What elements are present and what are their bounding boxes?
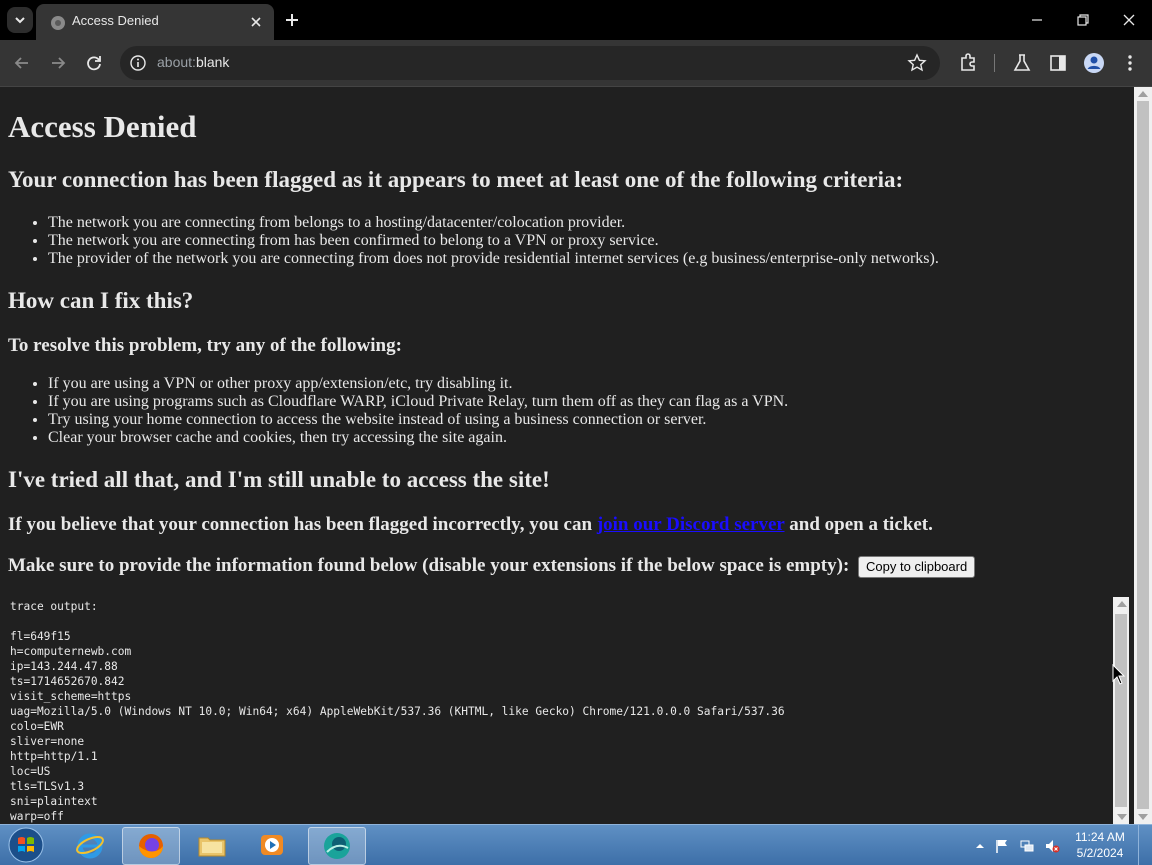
clock-time: 11:24 AM [1075, 830, 1125, 844]
side-panel-icon[interactable] [1047, 52, 1069, 74]
show-desktop-button[interactable] [1138, 825, 1152, 865]
trace-line: warp=off [10, 810, 64, 823]
labs-flask-icon[interactable] [1011, 52, 1033, 74]
trace-line: ts=1714652670.842 [10, 675, 125, 688]
list-item: If you are using programs such as Cloudf… [48, 393, 788, 411]
trace-line: sni=plaintext [10, 795, 98, 808]
clock-date: 5/2/2024 [1076, 846, 1124, 860]
minimize-icon[interactable] [1027, 10, 1047, 30]
scroll-up-arrow[interactable] [1117, 601, 1127, 607]
menu-kebab-icon[interactable] [1119, 52, 1141, 74]
internet-explorer-icon [76, 833, 104, 859]
scroll-thumb[interactable] [1137, 101, 1149, 809]
provide-text: Make sure to provide the information fou… [8, 555, 850, 576]
trace-line: sliver=none [10, 735, 85, 748]
copy-to-clipboard-button[interactable]: Copy to clipboard [858, 555, 976, 578]
globe-icon [51, 16, 65, 30]
system-clock[interactable]: 11:24 AM 5/2/2024 [1072, 829, 1128, 861]
address-bar[interactable]: about:blank [120, 46, 940, 80]
trace-line: fl=649f15 [10, 630, 71, 643]
list-item: Clear your browser cache and cookies, th… [48, 429, 788, 447]
incorrect-flag-text: If you believe that your connection has … [8, 514, 933, 536]
browser-tab[interactable]: Access Denied [36, 4, 274, 40]
tray-expand-icon[interactable] [972, 838, 988, 854]
trace-line: ip=143.244.47.88 [10, 660, 118, 673]
close-tab-icon[interactable] [248, 14, 264, 30]
tab-strip: Access Denied [0, 0, 1152, 40]
scroll-up-arrow[interactable] [1138, 91, 1148, 97]
scroll-thumb[interactable] [1115, 614, 1127, 807]
still-unable-heading: I've tried all that, and I'm still unabl… [8, 467, 550, 492]
url-text[interactable]: about:blank [157, 54, 229, 70]
incorrect-prefix: If you believe that your connection has … [8, 514, 593, 535]
fixes-list: If you are using a VPN or other proxy ap… [8, 375, 788, 447]
trace-line: h=computernewb.com [10, 645, 132, 658]
flagged-heading: Your connection has been flagged as it a… [8, 167, 904, 192]
windows-taskbar: 11:24 AM 5/2/2024 [0, 824, 1152, 865]
back-icon[interactable] [11, 52, 33, 74]
list-item: The network you are connecting from belo… [48, 214, 939, 232]
scroll-down-arrow[interactable] [1138, 814, 1148, 820]
tab-title: Access Denied [72, 13, 159, 28]
trace-line: uag=Mozilla/5.0 (Windows NT 10.0; Win64;… [10, 705, 785, 718]
scroll-down-arrow[interactable] [1117, 814, 1127, 820]
url-path: blank [195, 54, 230, 70]
network-icon[interactable] [1019, 838, 1035, 854]
media-player-icon [261, 835, 283, 855]
trace-output[interactable]: trace output: fl=649f15 h=computernewb.co… [8, 597, 1117, 824]
chevron-down-icon [15, 17, 25, 24]
provide-info-text: Make sure to provide the information fou… [8, 555, 976, 578]
trace-line [10, 614, 1115, 629]
reload-icon[interactable] [83, 52, 105, 74]
trace-line: loc=US [10, 765, 51, 778]
incorrect-suffix: and open a ticket. [789, 514, 933, 535]
firefox-taskbar-item[interactable] [122, 827, 180, 865]
firefox-icon [139, 834, 163, 858]
trace-line: tls=TLSv1.3 [10, 780, 85, 793]
file-explorer-taskbar-item[interactable] [184, 827, 240, 863]
browser-toolbar: about:blank [0, 40, 1152, 87]
profile-avatar-icon[interactable] [1083, 52, 1105, 74]
restore-icon[interactable] [1073, 10, 1093, 30]
list-item: If you are using a VPN or other proxy ap… [48, 375, 788, 393]
site-info-icon[interactable] [129, 54, 147, 72]
folder-icon [198, 837, 226, 857]
tab-search-button[interactable] [7, 7, 33, 33]
list-item: Try using your home connection to access… [48, 411, 788, 429]
new-tab-icon[interactable] [282, 10, 302, 30]
mouse-cursor-icon [1112, 664, 1126, 685]
media-player-taskbar-item[interactable] [244, 827, 300, 863]
windows-logo-icon [8, 827, 44, 863]
volume-muted-icon[interactable] [1044, 838, 1060, 854]
forward-icon[interactable] [47, 52, 69, 74]
list-item: The provider of the network you are conn… [48, 250, 939, 268]
fix-heading: How can I fix this? [8, 288, 194, 313]
trace-scrollbar[interactable] [1113, 597, 1129, 824]
trace-line: trace output: [10, 600, 98, 613]
criteria-list: The network you are connecting from belo… [8, 214, 939, 268]
active-app-taskbar-item[interactable] [308, 827, 366, 865]
action-center-flag-icon[interactable] [994, 838, 1010, 854]
toolbar-separator [994, 54, 995, 72]
start-button[interactable] [4, 827, 48, 863]
page-scrollbar[interactable] [1134, 87, 1152, 824]
discord-link[interactable]: join our Discord server [597, 514, 785, 535]
resolve-heading: To resolve this problem, try any of the … [8, 335, 402, 356]
bookmark-star-icon[interactable] [907, 53, 927, 73]
app-globe-icon [324, 833, 350, 859]
list-item: The network you are connecting from has … [48, 232, 939, 250]
page-content: Access Denied Your connection has been f… [0, 87, 1134, 824]
page-title: Access Denied [8, 109, 197, 144]
extensions-icon[interactable] [957, 52, 979, 74]
trace-line: visit_scheme=https [10, 690, 132, 703]
trace-line: colo=EWR [10, 720, 64, 733]
internet-explorer-taskbar-item[interactable] [62, 827, 118, 863]
url-scheme: about: [157, 54, 196, 70]
trace-line: http=http/1.1 [10, 750, 98, 763]
close-window-icon[interactable] [1119, 10, 1139, 30]
